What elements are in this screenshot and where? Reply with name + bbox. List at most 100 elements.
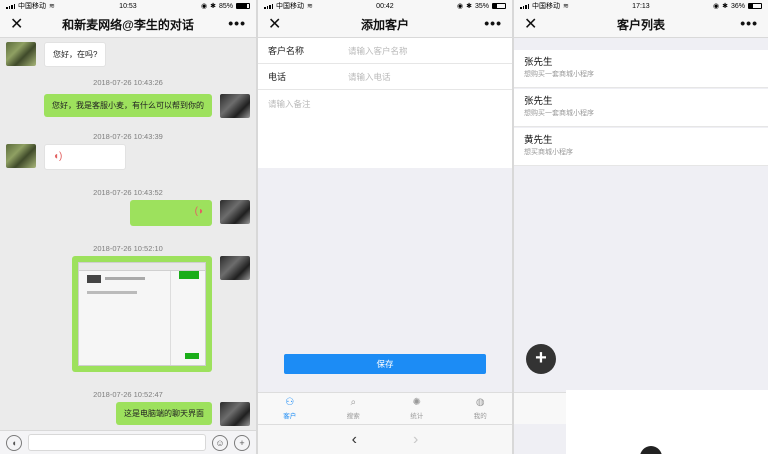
battery-percent: 36% <box>730 2 745 10</box>
customer-desc: 想购买一套商城小程序 <box>524 71 594 78</box>
voice-bubble[interactable]: (◗ <box>130 200 212 226</box>
plus-icon[interactable]: + <box>234 434 250 451</box>
tab-label: 我的 <box>473 412 487 420</box>
message-incoming-voice: ◖) <box>6 144 126 170</box>
voice-wave-icon: ◖) <box>53 151 63 162</box>
more-icon[interactable]: ••• <box>228 15 246 31</box>
list-item[interactable]: 黄先生 想买商城小程序 <box>514 128 768 166</box>
avatar[interactable] <box>220 94 250 118</box>
profile-icon: ◍ <box>475 396 485 408</box>
message-outgoing-image <box>72 256 250 372</box>
tab-label: 搜索 <box>346 412 360 420</box>
signal-icon <box>264 3 273 9</box>
nav-bar: ✕ 客户列表 ••• <box>514 12 768 38</box>
signal-icon <box>6 3 15 9</box>
carrier-label: 中国移动 <box>18 3 46 10</box>
cropped-overlay <box>566 390 768 454</box>
message-outgoing-voice: (◗ <box>130 200 250 226</box>
stats-icon: ✺ <box>412 396 421 408</box>
list-item[interactable]: 张先生 想购买一套商城小程序 <box>514 89 768 127</box>
image-message[interactable] <box>72 256 212 372</box>
customer-desc: 想购买一套商城小程序 <box>524 110 594 117</box>
message-outgoing: 这是电脑端的聊天界面 <box>116 402 250 426</box>
location-icon: ◉ <box>201 3 208 10</box>
status-bar: 中国移动 ≋ 10:53 ◉ ✱ 85% <box>0 0 256 12</box>
wifi-icon: ≋ <box>563 3 569 10</box>
phone-row: 电话 请输入电话 <box>258 64 512 90</box>
avatar[interactable] <box>6 42 36 66</box>
tab-stats[interactable]: ✺ 统计 <box>385 393 449 424</box>
back-arrow-icon[interactable]: ‹ <box>352 431 357 449</box>
chat-input-bar: ◖ ☺ + <box>0 430 256 454</box>
bluetooth-icon: ✱ <box>722 3 728 10</box>
tab-search[interactable]: ⌕ 搜索 <box>322 393 386 424</box>
screenshot-thumbnail <box>78 262 206 366</box>
status-time: 17:13 <box>632 2 650 10</box>
avatar[interactable] <box>220 200 250 224</box>
page-title: 和新麦网络@李生的对话 <box>62 18 194 32</box>
status-time: 00:42 <box>376 2 394 10</box>
avatar[interactable] <box>6 144 36 168</box>
carrier-label: 中国移动 <box>532 3 560 10</box>
add-customer-button[interactable]: + <box>526 344 556 374</box>
emoji-icon[interactable]: ☺ <box>212 434 228 451</box>
wifi-icon: ≋ <box>49 3 55 10</box>
customer-name-row: 客户名称 请输入客户名称 <box>258 38 512 64</box>
timestamp: 2018-07-26 10:52:10 <box>93 244 163 253</box>
customer-name: 张先生 <box>524 96 553 107</box>
avatar[interactable] <box>220 256 250 280</box>
phone-label: 电话 <box>268 72 287 82</box>
message-bubble[interactable]: 您好，在吗? <box>44 42 107 67</box>
message-bubble[interactable]: 这是电脑端的聊天界面 <box>116 402 212 425</box>
carrier-label: 中国移动 <box>276 3 304 10</box>
customer-desc: 想买商城小程序 <box>524 149 573 156</box>
search-icon: ⌕ <box>350 396 357 408</box>
customer-name: 黄先生 <box>524 135 553 146</box>
tab-label: 统计 <box>410 412 424 420</box>
location-icon: ◉ <box>713 3 720 10</box>
forward-arrow-icon[interactable]: › <box>413 431 418 449</box>
timestamp: 2018-07-26 10:43:39 <box>93 132 163 141</box>
tab-bar: ⚇ 客户 ⌕ 搜索 ✺ 统计 ◍ 我的 <box>258 392 512 424</box>
chat-messages[interactable]: 您好，在吗? 2018-07-26 10:43:26 您好，我是客服小麦，有什么… <box>0 38 256 430</box>
status-time: 10:53 <box>119 2 137 10</box>
tab-profile[interactable]: ◍ 我的 <box>449 393 513 424</box>
chat-screen: 中国移动 ≋ 10:53 ◉ ✱ 85% ✕ 和新麦网络@李生的对话 ••• 您… <box>0 0 256 454</box>
customer-name-input[interactable]: 请输入客户名称 <box>348 45 408 57</box>
tab-customer[interactable]: ⚇ 客户 <box>258 393 322 424</box>
battery-percent: 35% <box>474 2 489 10</box>
notes-textarea[interactable]: 请输入备注 <box>258 90 512 168</box>
message-outgoing: 您好，我是客服小麦，有什么可以帮到你的 <box>44 94 250 118</box>
avatar[interactable] <box>220 402 250 426</box>
wifi-icon: ≋ <box>307 3 313 10</box>
timestamp: 2018-07-26 10:43:26 <box>93 78 163 87</box>
signal-icon <box>520 3 529 9</box>
location-icon: ◉ <box>457 3 464 10</box>
battery-icon <box>236 3 250 9</box>
customer-name: 张先生 <box>524 57 553 68</box>
close-icon[interactable]: ✕ <box>524 16 537 34</box>
tab-label: 客户 <box>283 412 297 420</box>
message-input[interactable] <box>28 434 206 451</box>
message-incoming: 您好，在吗? <box>6 42 107 67</box>
bluetooth-icon: ✱ <box>210 3 216 10</box>
add-customer-screen: 中国移动 ≋ 00:42 ◉ ✱ 35% ✕ 添加客户 ••• 客户名称 请输入… <box>258 0 512 454</box>
browser-nav: ‹ › <box>258 424 512 454</box>
nav-bar: ✕ 和新麦网络@李生的对话 ••• <box>0 12 256 38</box>
battery-icon <box>748 3 762 9</box>
close-icon[interactable]: ✕ <box>10 16 23 34</box>
customer-list-screen: 中国移动 ≋ 17:13 ◉ ✱ 36% ✕ 客户列表 ••• 张先生 想购买一… <box>514 0 768 454</box>
close-icon[interactable]: ✕ <box>268 16 281 34</box>
nav-bar: ✕ 添加客户 ••• <box>258 12 512 38</box>
voice-bubble[interactable]: ◖) <box>44 144 126 170</box>
voice-wave-icon: (◗ <box>194 206 204 217</box>
list-item[interactable]: 张先生 想购买一套商城小程序 <box>514 50 768 88</box>
plus-icon: + <box>535 347 547 369</box>
voice-toggle-icon[interactable]: ◖ <box>6 434 22 451</box>
message-bubble[interactable]: 您好，我是客服小麦，有什么可以帮到你的 <box>44 94 212 117</box>
save-button[interactable]: 保存 <box>284 354 486 374</box>
phone-input[interactable]: 请输入电话 <box>348 71 391 83</box>
more-icon[interactable]: ••• <box>484 15 502 31</box>
battery-icon <box>492 3 506 9</box>
more-icon[interactable]: ••• <box>740 15 758 31</box>
